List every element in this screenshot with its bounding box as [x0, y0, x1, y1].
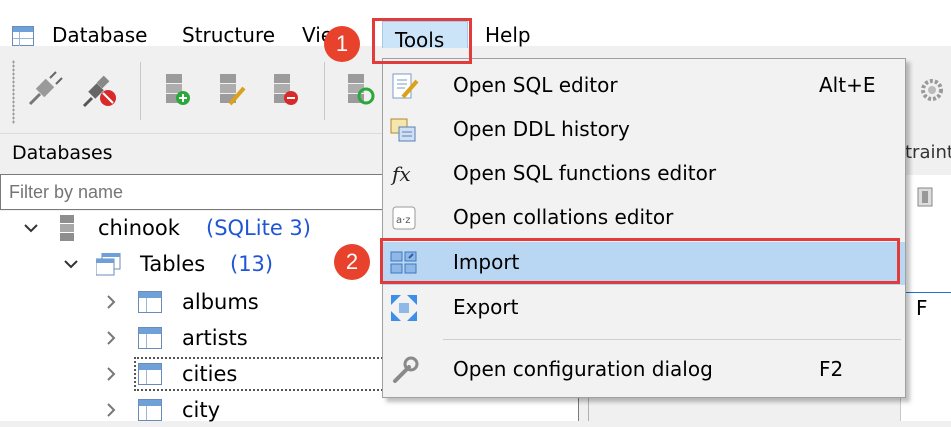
delete-database-button[interactable]: [264, 68, 304, 112]
svg-text:a·z: a·z: [396, 215, 411, 226]
db-add-icon: [166, 74, 190, 105]
chevron-right-icon: [107, 331, 116, 345]
chevron-right-icon: [107, 403, 116, 417]
column-icon[interactable]: [916, 186, 936, 210]
menu-structure[interactable]: Structure: [182, 23, 275, 47]
toolbar-separator: [140, 62, 141, 120]
gear-icon: [921, 79, 943, 101]
menu-item-label: Open SQL editor: [453, 73, 618, 97]
menu-item-shortcut: F2: [819, 357, 844, 381]
plug-disconnect-icon: [82, 75, 116, 108]
step-badge-1: 1: [324, 26, 360, 62]
add-database-button[interactable]: [156, 68, 196, 112]
table-name: artists: [182, 326, 248, 350]
db-edit-icon: [220, 74, 246, 106]
settings-button[interactable]: [912, 68, 951, 112]
step-badge-2: 2: [334, 244, 370, 280]
tables-count: (13): [230, 252, 274, 276]
connect-button[interactable]: [24, 68, 64, 112]
menu-item-open-sql-functions-editor[interactable]: fx Open SQL functions editor: [383, 153, 905, 196]
tools-highlight-box: [372, 18, 472, 64]
menu-help[interactable]: Help: [485, 23, 531, 47]
collation-icon: a·z: [392, 206, 416, 230]
chevron-right-icon: [107, 367, 116, 381]
wrench-icon: [393, 356, 419, 383]
toolbar-separator: [324, 62, 325, 120]
import-highlight-box: [380, 238, 900, 284]
menu-item-label: Open configuration dialog: [453, 357, 713, 381]
sql-editor-icon: [392, 73, 419, 99]
menu-item-label: Open DDL history: [453, 117, 630, 141]
fx-icon: fx: [390, 162, 411, 186]
chevron-down-icon: [24, 224, 38, 233]
table-name: albums: [182, 290, 259, 314]
plug-connect-icon: [28, 71, 63, 106]
export-icon: [391, 295, 417, 321]
toolbar-grip[interactable]: [12, 60, 15, 124]
tree-item-table[interactable]: city: [0, 393, 578, 427]
menu-item-open-ddl-history[interactable]: Open DDL history: [383, 109, 905, 152]
menu-item-label: Export: [453, 295, 519, 319]
table-icon: [138, 327, 162, 349]
menu-item-label: Open collations editor: [453, 205, 674, 229]
table-icon: [138, 399, 162, 421]
menu-item-export[interactable]: Export: [383, 287, 905, 330]
menu-item-open-collations-editor[interactable]: a·z Open collations editor: [383, 197, 905, 240]
database-name: chinook: [98, 216, 180, 240]
chevron-right-icon: [107, 295, 116, 309]
selection-focus-frame: [134, 357, 390, 391]
app-icon: [12, 26, 34, 46]
column-header-fragment: F: [916, 296, 928, 320]
tables-label: Tables: [140, 252, 206, 276]
db-refresh-icon: [348, 74, 375, 105]
tables-folder-icon: [96, 253, 121, 276]
table-icon: [138, 291, 162, 313]
table-name: city: [182, 398, 221, 422]
menu-item-open-configuration-dialog[interactable]: Open configuration dialog F2: [383, 349, 905, 392]
databases-title: Databases: [12, 142, 113, 164]
menu-bar: Database Structure View Tools Help: [0, 0, 951, 61]
menu-separator: [443, 339, 901, 340]
menu-item-label: Open SQL functions editor: [453, 161, 717, 185]
edit-database-button[interactable]: [210, 68, 250, 112]
selection-line: [900, 292, 951, 293]
menu-database[interactable]: Database: [52, 23, 147, 47]
chevron-down-icon: [64, 260, 78, 269]
disconnect-button[interactable]: [80, 68, 120, 112]
tools-dropdown-menu: Open SQL editor Alt+E Open DDL history f…: [382, 58, 906, 398]
constraints-tab-fragment[interactable]: traint: [905, 142, 951, 163]
ddl-history-icon: [390, 118, 416, 142]
table-icon: [138, 363, 162, 385]
refresh-database-button[interactable]: [340, 68, 380, 112]
menu-item-open-sql-editor[interactable]: Open SQL editor Alt+E: [383, 65, 905, 108]
database-icon: [60, 215, 74, 241]
table-name: cities: [182, 362, 238, 386]
menu-item-shortcut: Alt+E: [819, 73, 876, 97]
db-delete-icon: [274, 74, 298, 105]
database-type: (SQLite 3): [206, 216, 311, 240]
svg-text:fx: fx: [390, 162, 411, 186]
